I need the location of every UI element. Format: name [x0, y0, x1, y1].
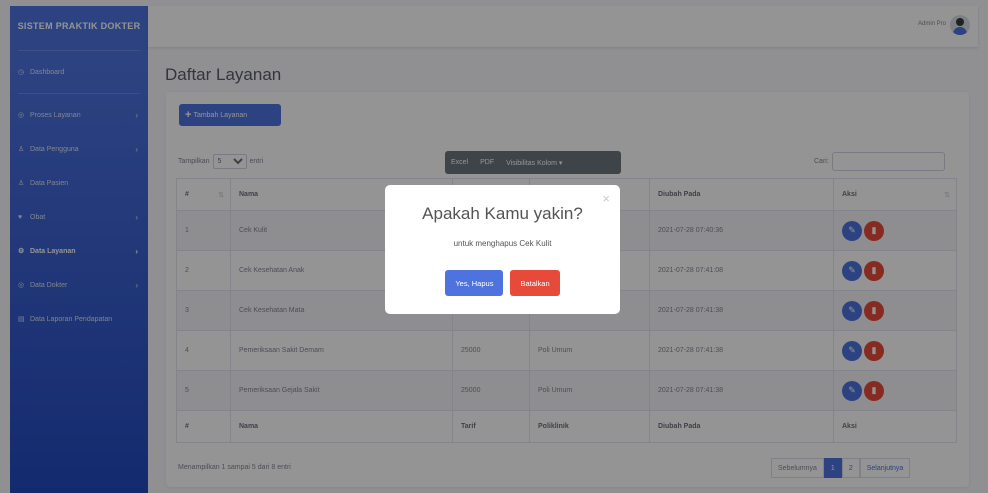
dialog-title: Apakah Kamu yakin?	[422, 204, 583, 223]
confirm-dialog: × Apakah Kamu yakin? untuk menghapus Cek…	[385, 185, 620, 314]
cancel-button[interactable]: Batalkan	[510, 270, 560, 296]
dialog-actions: Yes, Hapus Batalkan	[385, 270, 620, 296]
dialog-text: untuk menghapus Cek Kulit	[453, 239, 552, 248]
confirm-delete-button[interactable]: Yes, Hapus	[445, 270, 504, 296]
